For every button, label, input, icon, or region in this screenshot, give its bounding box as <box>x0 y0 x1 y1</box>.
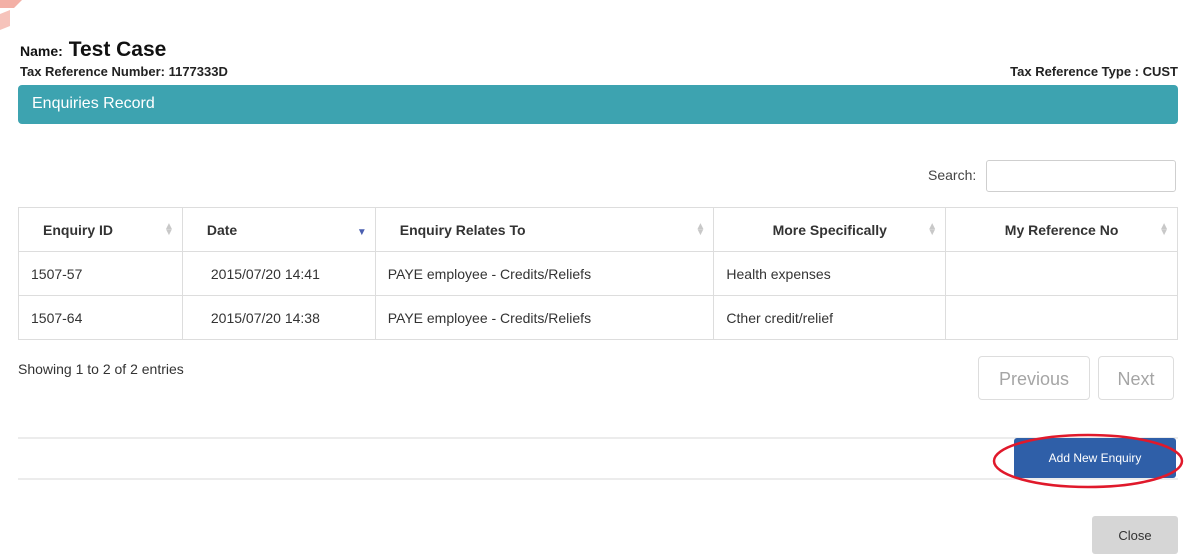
cell-date: 2015/07/20 14:41 <box>181 251 376 296</box>
cell-date: 2015/07/20 14:38 <box>181 295 376 340</box>
column-header-date[interactable]: Date ▼ <box>181 207 376 252</box>
close-button[interactable]: Close <box>1092 516 1178 554</box>
pagination-info: Showing 1 to 2 of 2 entries <box>18 361 184 377</box>
divider <box>18 437 1178 439</box>
sort-both-icon: ▲ ▼ <box>1159 221 1169 238</box>
column-header-label: Enquiry Relates To <box>399 221 526 238</box>
name-label: Name: <box>20 43 63 59</box>
tax-reference-number: Tax Reference Number: 1177333D <box>20 64 228 79</box>
section-header: Enquiries Record <box>18 85 1178 124</box>
table-row[interactable]: 1507-64 2015/07/20 14:38 PAYE employee -… <box>18 295 1178 340</box>
column-header-enquiry-id[interactable]: Enquiry ID ▲ ▼ <box>18 207 183 252</box>
sort-desc-icon: ▼ <box>356 227 367 238</box>
table-header-row: Enquiry ID ▲ ▼ Date ▼ Enquiry Relates To … <box>18 207 1178 252</box>
previous-button[interactable]: Previous <box>978 356 1090 400</box>
cell-my-reference-no <box>945 251 1178 296</box>
divider <box>18 478 1178 480</box>
column-header-label: Date <box>206 221 238 238</box>
sort-both-icon: ▲ ▼ <box>163 221 174 238</box>
table-row[interactable]: 1507-57 2015/07/20 14:41 PAYE employee -… <box>18 251 1178 296</box>
column-header-label: Enquiry ID <box>43 221 114 238</box>
column-header-enquiry-relates-to[interactable]: Enquiry Relates To ▲ ▼ <box>374 207 715 252</box>
sort-both-icon: ▲ ▼ <box>695 221 706 238</box>
cell-enquiry-id: 1507-57 <box>18 251 183 296</box>
tax-reference-type: Tax Reference Type : CUST <box>1010 64 1178 79</box>
sort-both-icon: ▲ ▼ <box>927 221 938 238</box>
logo-fragment-icon <box>0 0 22 30</box>
add-new-enquiry-button[interactable]: Add New Enquiry <box>1014 438 1176 478</box>
section-title: Enquiries Record <box>32 95 155 112</box>
enquiries-table: Enquiry ID ▲ ▼ Date ▼ Enquiry Relates To … <box>18 207 1178 340</box>
column-header-label: My Reference No <box>1004 221 1119 238</box>
cell-relates-to: PAYE employee - Credits/Reliefs <box>374 251 715 296</box>
search-label: Search: <box>928 167 977 183</box>
next-button[interactable]: Next <box>1098 356 1174 400</box>
cell-my-reference-no <box>945 295 1178 340</box>
cell-more-specifically: Health expenses <box>713 251 947 296</box>
cell-more-specifically: Cther credit/relief <box>713 295 947 340</box>
search-input[interactable] <box>986 160 1176 192</box>
cell-relates-to: PAYE employee - Credits/Reliefs <box>374 295 715 340</box>
customer-name: Name: Test Case <box>20 38 166 62</box>
column-header-more-specifically[interactable]: More Specifically ▲ ▼ <box>713 207 947 252</box>
column-header-my-reference-no[interactable]: My Reference No ▲ ▼ <box>945 207 1178 252</box>
name-value: Test Case <box>68 38 167 61</box>
column-header-label: More Specifically <box>772 221 887 238</box>
cell-enquiry-id: 1507-64 <box>18 295 183 340</box>
